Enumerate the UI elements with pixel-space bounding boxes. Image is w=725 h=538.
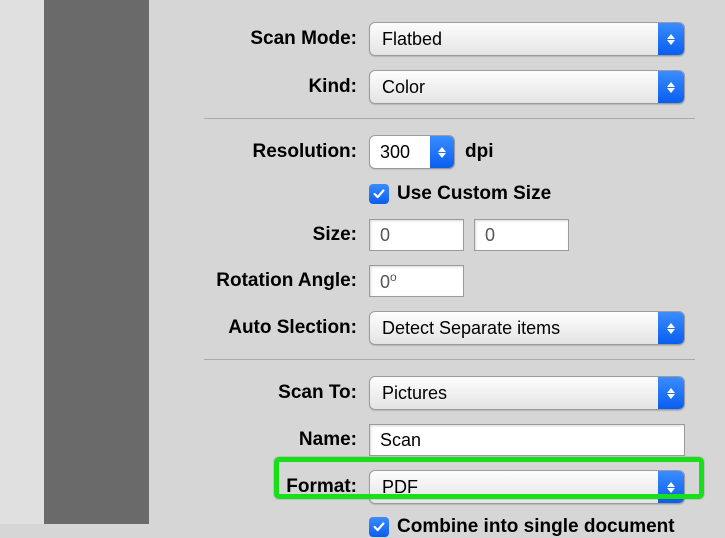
- resolution-stepper[interactable]: 300: [369, 135, 455, 169]
- kind-value: Color: [370, 77, 658, 98]
- combine-checkbox[interactable]: [369, 517, 389, 537]
- updown-icon: [658, 471, 684, 503]
- scan-to-popup[interactable]: Pictures: [369, 376, 685, 410]
- auto-selection-label: Auto Slection:: [149, 317, 369, 339]
- rotation-angle-input[interactable]: 0o: [369, 265, 464, 297]
- updown-icon: [658, 312, 684, 344]
- format-value: PDF: [370, 477, 658, 498]
- name-input[interactable]: Scan: [369, 424, 685, 456]
- divider: [204, 118, 695, 119]
- use-custom-size-label: Use Custom Size: [397, 183, 551, 205]
- scan-mode-popup[interactable]: Flatbed: [369, 22, 685, 56]
- resolution-label: Resolution:: [149, 141, 369, 163]
- outer-sidebar: [0, 0, 44, 524]
- updown-icon: [658, 377, 684, 409]
- rotation-angle-label: Rotation Angle:: [149, 270, 369, 292]
- kind-popup[interactable]: Color: [369, 70, 685, 104]
- resolution-value: 300: [370, 142, 430, 163]
- updown-icon: [430, 136, 454, 168]
- size-label: Size:: [149, 224, 369, 246]
- kind-label: Kind:: [149, 76, 369, 98]
- format-label: Format:: [149, 476, 369, 498]
- auto-selection-value: Detect Separate items: [370, 318, 658, 339]
- use-custom-size-checkbox[interactable]: [369, 184, 389, 204]
- scan-mode-label: Scan Mode:: [149, 28, 369, 50]
- divider: [204, 359, 695, 360]
- updown-icon: [658, 71, 684, 103]
- combine-label: Combine into single document: [397, 516, 675, 538]
- check-icon: [372, 187, 386, 201]
- name-label: Name:: [149, 429, 369, 451]
- size-height-input[interactable]: 0: [474, 219, 569, 251]
- check-icon: [372, 520, 386, 534]
- settings-panel: Scan Mode: Flatbed Kind: Color Resolutio…: [149, 0, 725, 524]
- scan-to-label: Scan To:: [149, 382, 369, 404]
- scan-to-value: Pictures: [370, 383, 658, 404]
- dpi-suffix: dpi: [465, 141, 494, 163]
- updown-icon: [658, 23, 684, 55]
- inner-sidebar: [44, 0, 149, 524]
- format-popup[interactable]: PDF: [369, 470, 685, 504]
- auto-selection-popup[interactable]: Detect Separate items: [369, 311, 685, 345]
- size-width-input[interactable]: 0: [369, 219, 464, 251]
- scan-mode-value: Flatbed: [370, 29, 658, 50]
